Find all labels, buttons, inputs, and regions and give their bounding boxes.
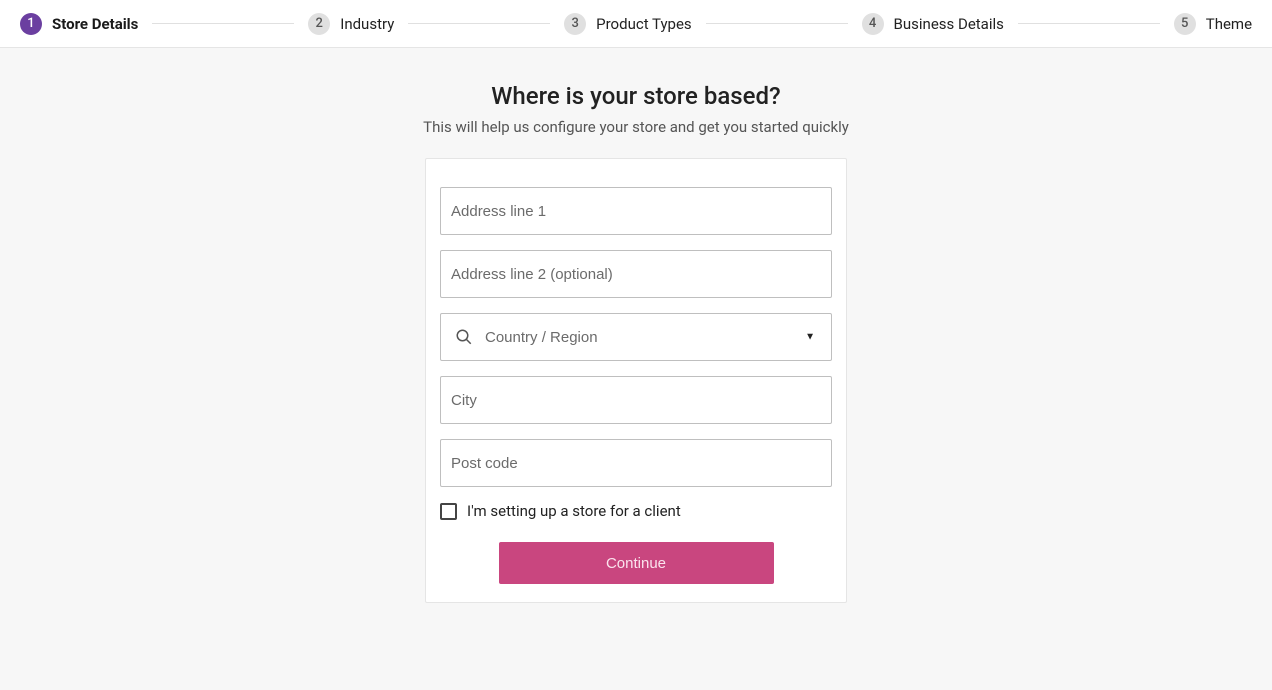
step-theme[interactable]: 5 Theme [1174, 13, 1252, 35]
wizard-stepper: 1 Store Details 2 Industry 3 Product Typ… [0, 0, 1272, 48]
step-badge-1: 1 [20, 13, 42, 35]
step-label-1: Store Details [52, 15, 138, 33]
address2-field-wrapper [440, 250, 832, 298]
address2-input[interactable] [451, 266, 821, 283]
step-label-2: Industry [340, 15, 394, 33]
country-select[interactable]: ▼ [440, 313, 832, 361]
postcode-input[interactable] [451, 455, 821, 472]
step-industry[interactable]: 2 Industry [308, 13, 394, 35]
city-input[interactable] [451, 392, 821, 409]
search-icon [455, 328, 473, 346]
step-connector [408, 23, 550, 24]
continue-button[interactable]: Continue [499, 542, 774, 584]
step-connector [152, 23, 294, 24]
step-badge-4: 4 [862, 13, 884, 35]
step-connector [706, 23, 848, 24]
page-subtitle: This will help us configure your store a… [423, 118, 849, 136]
address1-field-wrapper [440, 187, 832, 235]
step-badge-5: 5 [1174, 13, 1196, 35]
step-connector [1018, 23, 1160, 24]
page-title: Where is your store based? [491, 82, 780, 110]
step-label-5: Theme [1206, 15, 1252, 33]
step-badge-3: 3 [564, 13, 586, 35]
step-label-3: Product Types [596, 15, 692, 33]
content-area: Where is your store based? This will hel… [0, 48, 1272, 690]
client-checkbox-label: I'm setting up a store for a client [467, 502, 681, 520]
client-checkbox[interactable] [440, 503, 457, 520]
step-business-details[interactable]: 4 Business Details [862, 13, 1004, 35]
step-badge-2: 2 [308, 13, 330, 35]
step-label-4: Business Details [894, 15, 1004, 33]
city-field-wrapper [440, 376, 832, 424]
postcode-field-wrapper [440, 439, 832, 487]
form-card: ▼ I'm setting up a store for a client Co… [425, 158, 847, 603]
address1-input[interactable] [451, 203, 821, 220]
step-product-types[interactable]: 3 Product Types [564, 13, 692, 35]
step-store-details[interactable]: 1 Store Details [20, 13, 138, 35]
client-checkbox-row: I'm setting up a store for a client [440, 502, 832, 520]
country-input[interactable] [485, 329, 821, 346]
